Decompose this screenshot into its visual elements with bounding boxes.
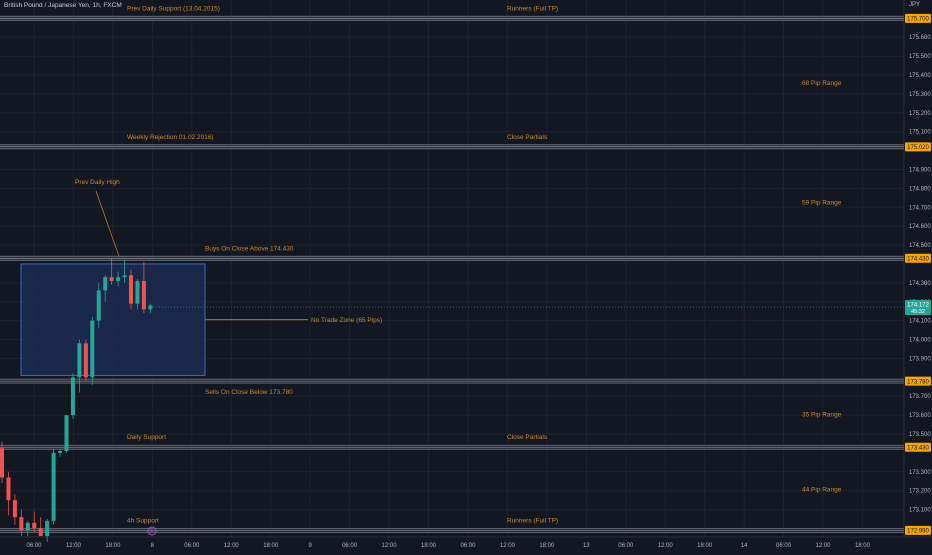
prev-daily-high-label: Prev Daily High: [75, 179, 120, 186]
candle-body[interactable]: [122, 275, 127, 278]
y-tick-label: 174.100: [909, 319, 931, 325]
candle-body[interactable]: [0, 448, 4, 478]
candle-body[interactable]: [45, 520, 50, 537]
currency-label: JPY: [908, 2, 920, 8]
level-note-right: Close Partials: [507, 134, 548, 141]
candle-body[interactable]: [135, 280, 140, 304]
x-tick-label: 06:00: [618, 543, 634, 549]
level-price-text: 175.700: [907, 17, 929, 23]
candle-body[interactable]: [6, 477, 11, 501]
current-price-text: 174.172: [907, 303, 929, 309]
candle-body[interactable]: [77, 343, 82, 378]
x-tick-label: 06:00: [26, 543, 42, 549]
level-note-right: Close Partials: [507, 434, 548, 441]
x-tick-label: 14: [741, 543, 748, 549]
candle-body[interactable]: [148, 305, 153, 310]
candle-body[interactable]: [12, 500, 17, 518]
candle-body[interactable]: [103, 277, 108, 291]
x-tick-label: 06:00: [460, 543, 476, 549]
level-note-left: Weekly Rejection 01.02.2016): [127, 134, 214, 141]
callout-arrow-line: [95, 190, 120, 257]
candle-body[interactable]: [116, 277, 121, 281]
x-tick-label: 18:00: [855, 543, 871, 549]
bar-countdown-text: 45:32: [911, 309, 925, 315]
candle-body[interactable]: [141, 280, 146, 310]
candle-body[interactable]: [96, 290, 101, 321]
level-price-text: 174.430: [907, 257, 929, 263]
pip-range-label: 35 Pip Range: [802, 412, 842, 419]
candle-body[interactable]: [83, 343, 88, 378]
candle-body[interactable]: [70, 377, 75, 416]
pip-range-label: 68 Pip Range: [802, 80, 842, 87]
y-tick-label: 173.500: [909, 432, 931, 438]
zone-label: No Trade Zone (65 Pips): [311, 317, 382, 324]
y-tick-label: 173.200: [909, 489, 931, 495]
y-tick-label: 173.300: [909, 470, 931, 476]
y-tick-label: 173.700: [909, 394, 931, 400]
candle-body[interactable]: [19, 517, 24, 531]
level-note-left: Sells On Close Below 173.780: [205, 389, 293, 396]
x-tick-label: 8: [151, 543, 155, 549]
candle-body[interactable]: [129, 275, 133, 304]
x-tick-label: 18:00: [421, 543, 437, 549]
y-tick-label: 173.600: [909, 413, 931, 419]
x-tick-label: 12:00: [500, 543, 516, 549]
x-tick-label: 06:00: [776, 543, 792, 549]
level-price-text: 173.780: [907, 379, 929, 385]
y-tick-label: 175.500: [909, 54, 931, 60]
x-tick-label: 12:00: [382, 543, 398, 549]
y-tick-label: 174.600: [909, 224, 931, 230]
x-tick-label: 06:00: [342, 543, 358, 549]
y-tick-label: 174.500: [909, 243, 931, 249]
candle-body[interactable]: [90, 320, 95, 378]
y-tick-label: 174.700: [909, 205, 931, 211]
symbol-title: British Pound / Japanese Yen, 1h, FXCM: [4, 2, 122, 9]
candle-body[interactable]: [38, 528, 43, 537]
candle-body[interactable]: [25, 522, 30, 531]
y-tick-label: 173.100: [909, 508, 931, 514]
pip-range-label: 59 Pip Range: [802, 200, 842, 207]
x-tick-label: 18:00: [263, 543, 279, 549]
pip-range-label: 44 Pip Range: [802, 486, 842, 493]
level-note-left: Daily Support: [127, 434, 166, 441]
x-tick-label: 18:00: [105, 543, 121, 549]
y-tick-label: 175.600: [909, 35, 931, 41]
y-tick-label: 174.000: [909, 338, 931, 344]
level-note-left: Buys On Close Above 174.430: [205, 245, 294, 252]
candle-body[interactable]: [64, 415, 69, 452]
x-tick-label: 12:00: [224, 543, 240, 549]
price-chart[interactable]: 06:00 12:00 18:00 8 06:00 12:00 18:00 9 06:00 12:…: [0, 0, 932, 550]
event-marker-text: P: [150, 529, 154, 535]
candle-body[interactable]: [109, 277, 114, 281]
chart-container[interactable]: 06:00 12:00 18:00 8 06:00 12:00 18:00 9 06:00 12:…: [0, 0, 932, 550]
x-tick-label: 06:00: [184, 543, 200, 549]
candle-body[interactable]: [58, 451, 63, 453]
candle-body[interactable]: [51, 452, 56, 521]
level-price-text: 173.430: [907, 446, 929, 452]
x-tick-label: 12:00: [658, 543, 674, 549]
y-tick-label: 175.300: [909, 92, 931, 98]
y-tick-label: 174.800: [909, 186, 931, 192]
x-tick-label: 13: [583, 543, 590, 549]
y-tick-label: 175.200: [909, 111, 931, 117]
x-tick-label: 18:00: [697, 543, 713, 549]
level-price-text: 175.020: [907, 145, 929, 151]
level-note-right: Runners (Full TP): [507, 5, 558, 12]
y-tick-label: 174.300: [909, 281, 931, 287]
y-tick-label: 173.900: [909, 356, 931, 362]
y-tick-label: 174.900: [909, 167, 931, 173]
x-tick-label: 9: [308, 543, 312, 549]
y-tick-label: 175.100: [909, 130, 931, 136]
level-note-left: Prev Daily Support (13.04.2015): [127, 5, 220, 12]
x-tick-label: 18:00: [539, 543, 555, 549]
level-note-left: 4h Support: [127, 517, 159, 524]
level-note-right: Runners (Full TP): [507, 517, 558, 524]
level-price-text: 172.990: [907, 529, 929, 535]
y-tick-label: 175.400: [909, 73, 931, 79]
x-tick-label: 12:00: [66, 543, 82, 549]
candle-body[interactable]: [32, 522, 37, 529]
x-tick-label: 12:00: [815, 543, 831, 549]
